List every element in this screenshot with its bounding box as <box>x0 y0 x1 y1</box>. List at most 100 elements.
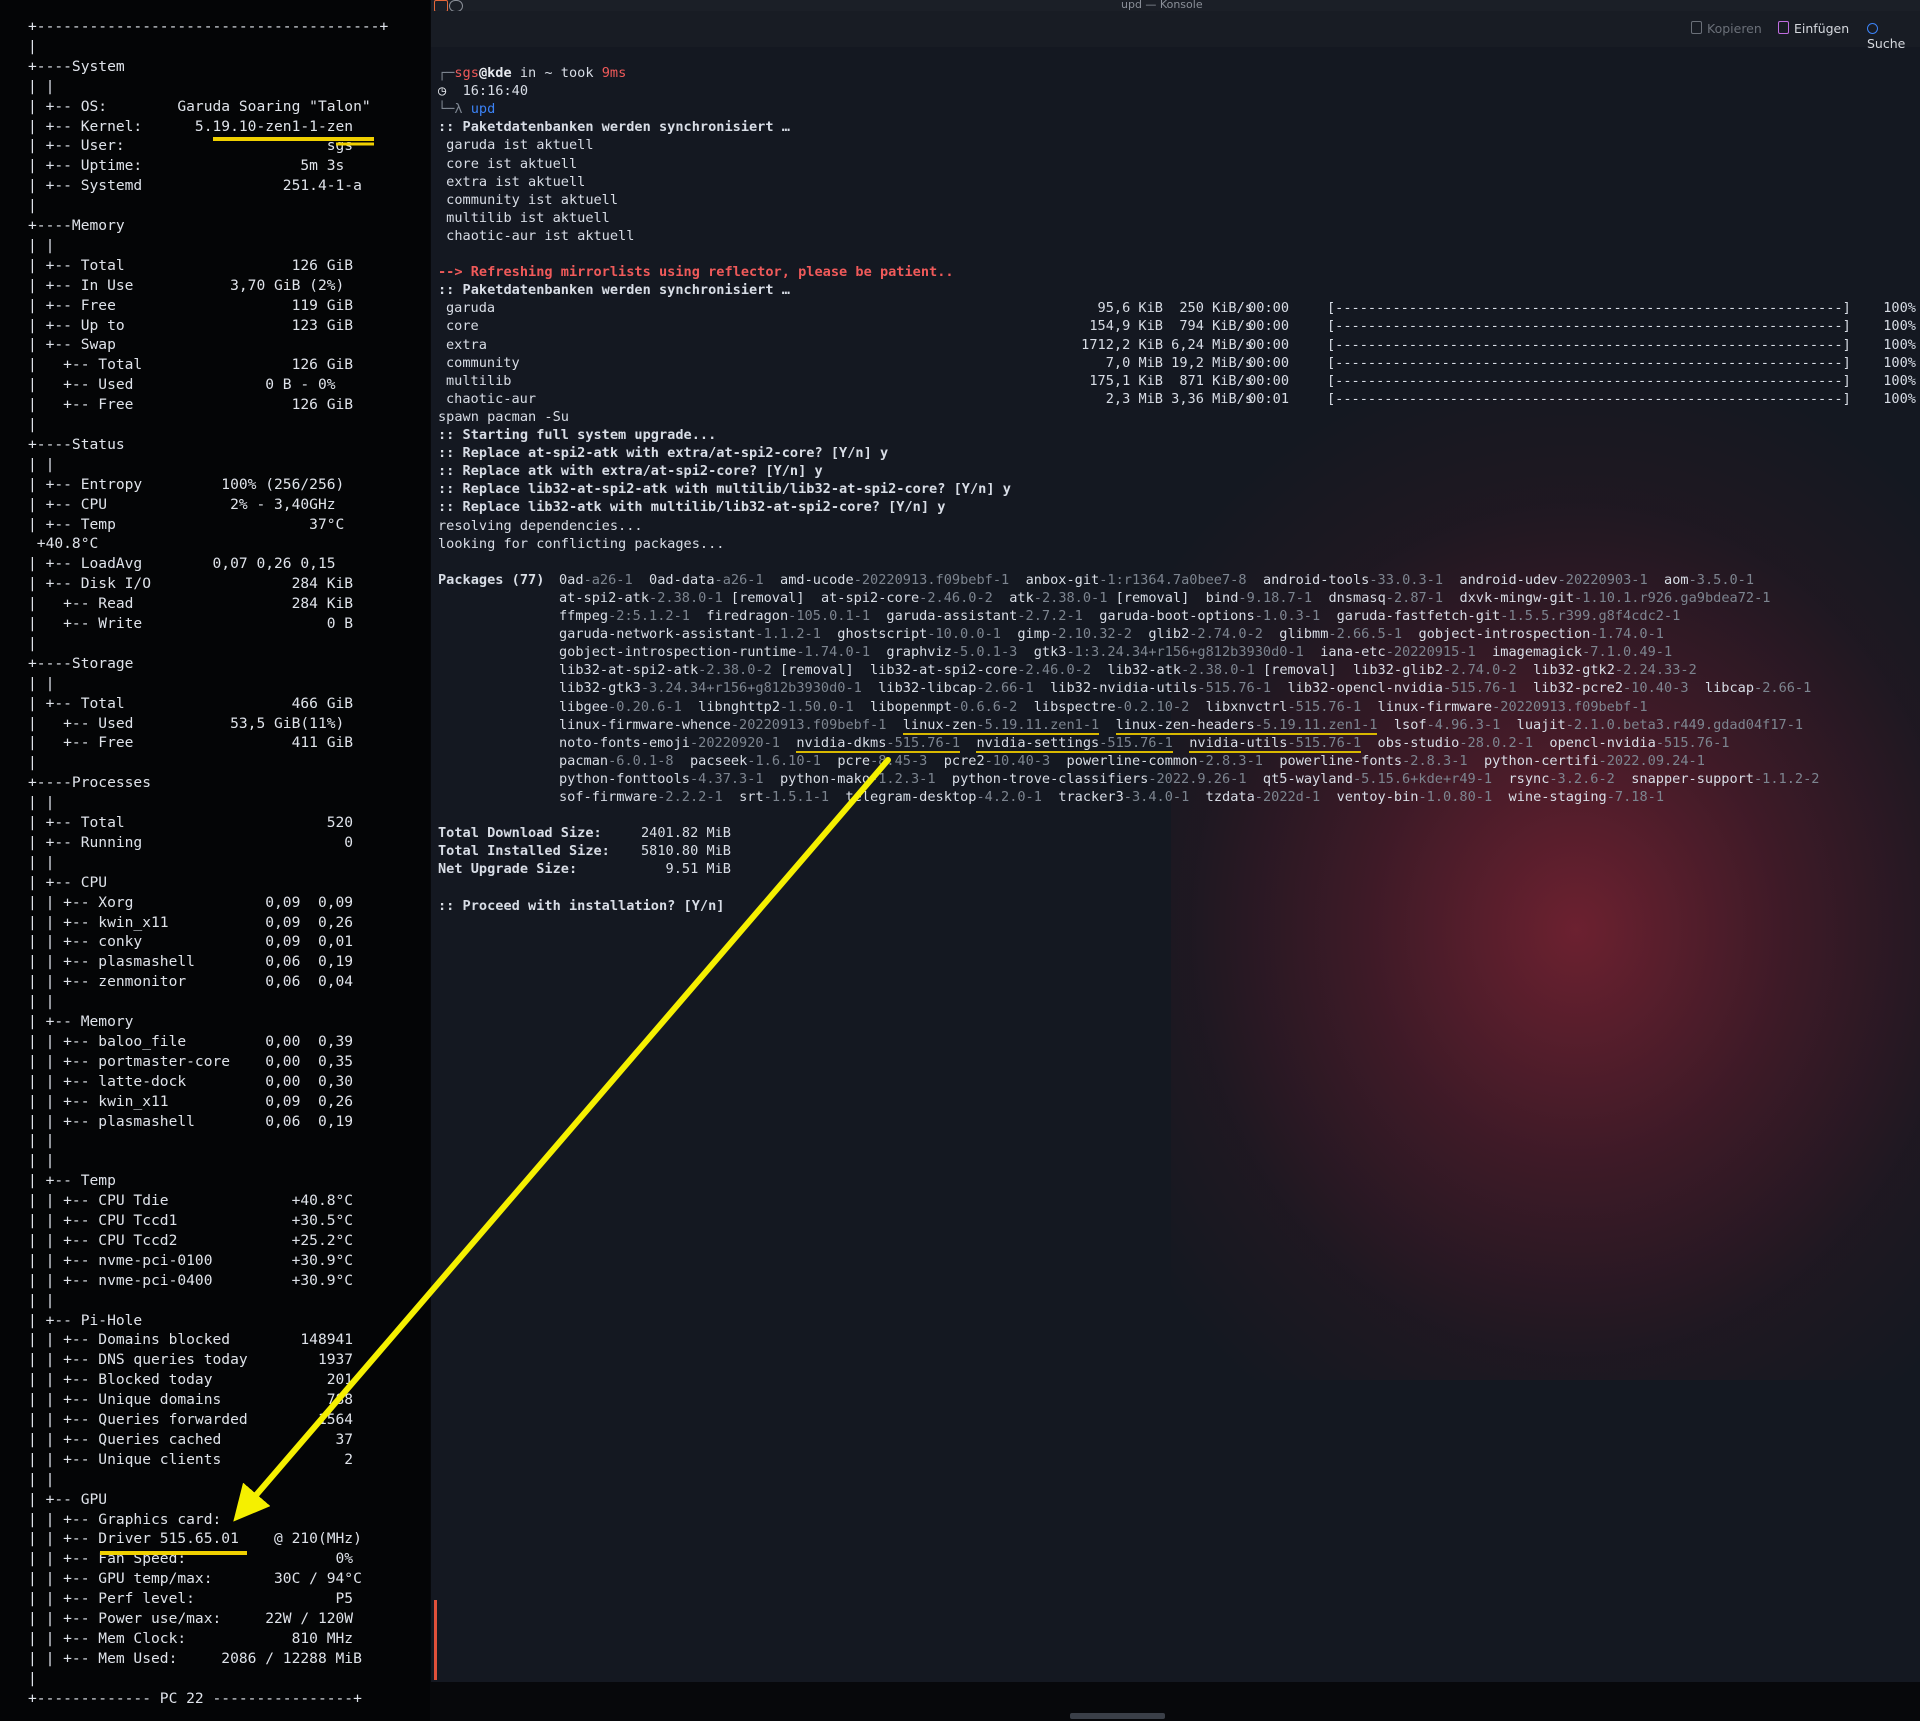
download-speed: 3,36 MiB/s <box>1171 390 1253 407</box>
conky-line: | +-- Systemd 251.4-1-a <box>28 177 362 195</box>
terminal-line: garuda-network-assistant-1.1.2-1 ghostsc… <box>559 625 1664 643</box>
conky-line: +----Memory <box>28 217 125 234</box>
package-entry: libopenmpt-0.6.6-2 <box>870 699 1017 715</box>
terminal-line: ┌─sgs@kde in ~ took 9ms <box>438 64 626 82</box>
package-name: anbox-git <box>1025 571 1100 588</box>
package-entry: ffmpeg-2:5.1.2-1 <box>559 608 690 624</box>
package-version: -2.66-1 <box>1754 680 1812 697</box>
package-entry: at-spi2-core-2.46.0-2 <box>821 590 993 606</box>
terminal-line: ffmpeg-2:5.1.2-1 firedragon-105.0.1-1 ga… <box>559 607 1680 625</box>
conky-line: | +-- CPU 2% - 3,40GHz <box>28 495 336 513</box>
download-size: 1712,2 KiB <box>1081 336 1163 353</box>
package-name: libspectre <box>1033 698 1116 715</box>
reflector-message: --> Refreshing mirrorlists using reflect… <box>438 264 954 281</box>
terminal-line: pacman-6.0.1-8 pacseek-1.6.10-1 pcre-8.4… <box>559 752 1705 770</box>
conky-line: | +-- OS: Garuda Soaring "Talon" <box>28 97 371 115</box>
conky-line: | | +-- Fan Speed: 0% <box>28 1550 354 1568</box>
package-version: -33.0.3-1 <box>1369 571 1444 588</box>
package-version: -2.8.3-1 <box>1197 752 1263 769</box>
package-version: -2022.9.26-1 <box>1148 770 1247 787</box>
package-version: -1:r1364.7a0bee7-8 <box>1099 571 1247 588</box>
conky-line: | | +-- zenmonitor 0,06 0,04 <box>28 973 354 991</box>
package-name: lib32-pcre2 <box>1533 680 1624 697</box>
total-label: Net Upgrade Size: <box>438 861 578 878</box>
package-version: -2.74.0-2 <box>1443 662 1517 679</box>
package-name: rsync <box>1508 770 1550 787</box>
package-entry: snapper-support-1.1.2-2 <box>1631 771 1819 787</box>
package-version: -2.10.32-2 <box>1050 626 1132 643</box>
package-entry: gtk3-1:3.24.34+r156+g812b3930d0-1 <box>1034 644 1304 660</box>
package-version: -2.7.2-1 <box>1017 608 1083 624</box>
package-entry: lib32-glib2-2.74.0-2 <box>1353 662 1517 678</box>
repo-up-to-date: extra ist aktuell <box>438 173 586 190</box>
package-entry: luajit-2.1.0.beta3.r449.gdad04f17-1 <box>1517 717 1803 733</box>
package-version: -2.38.0-1 <box>1181 662 1255 679</box>
upgrade-line: :: Starting full system upgrade... <box>438 427 717 443</box>
package-name: snapper-support <box>1631 770 1754 787</box>
repo-up-to-date: chaotic-aur ist aktuell <box>438 227 635 244</box>
package-version: -1.2.3-1 <box>870 770 936 787</box>
terminal-line: --> Refreshing mirrorlists using reflect… <box>438 263 954 281</box>
package-entry: pcre-8.45-3 <box>837 753 927 769</box>
package-name: powerline-common <box>1066 752 1198 769</box>
package-name: at-spi2-atk <box>559 589 650 606</box>
conky-line: | | <box>28 794 55 812</box>
conky-line: | | +-- CPU Tdie +40.8°C <box>28 1192 354 1210</box>
package-entry: lib32-at-spi2-atk-2.38.0-2 [removal] <box>559 662 854 678</box>
package-version: -1.5.5.r399.g8f4cdc2-1 <box>1500 608 1681 624</box>
package-name: python-fonttools <box>559 770 690 787</box>
package-version: -1.5.1-1 <box>763 789 830 805</box>
total-label: Total Download Size: <box>438 825 602 842</box>
download-progress-bar: [---------------------------------------… <box>1327 390 1851 407</box>
package-name: pcre2 <box>943 752 985 769</box>
konsole-window[interactable]: upd — Konsole Kopieren Einfügen Suche ┌─… <box>431 0 1920 1682</box>
package-version: -515.76-1 <box>886 734 961 751</box>
conky-line: | | +-- GPU temp/max: 30C / 94°C <box>28 1570 362 1588</box>
conky-line: | | +-- plasmashell 0,06 0,19 <box>28 1112 354 1130</box>
package-name: firedragon <box>706 608 789 624</box>
conky-line: | | +-- Perf level: P5 <box>28 1590 354 1608</box>
conky-line: | | +-- Unique clients 2 <box>28 1450 354 1468</box>
conky-line: | +-- Uptime: 5m 3s <box>28 157 345 175</box>
package-version: -4.37.3-1 <box>689 770 764 787</box>
scrollbar[interactable] <box>1070 1713 1165 1719</box>
terminal-line: lib32-gtk3-3.24.34+r156+g812b3930d0-1 li… <box>559 679 1811 697</box>
conky-line: | +-- CPU <box>28 873 108 891</box>
package-entry: 0ad-data-a26-1 <box>649 572 764 588</box>
package-version: -2022.09.24-1 <box>1598 752 1705 769</box>
package-version: -10.40-3 <box>1623 680 1689 697</box>
download-time: 00:00 <box>1248 354 1289 371</box>
terminal-output[interactable]: ┌─sgs@kde in ~ took 9ms ◷ 16:16:40 └─λ upd… <box>431 0 1920 1682</box>
package-entry: libcap-2.66-1 <box>1705 680 1811 696</box>
package-entry: lib32-atk-2.38.0-1 [removal] <box>1107 662 1336 678</box>
total-label: Total Installed Size: <box>438 843 610 860</box>
conky-line: | +-- Total 126 GiB <box>28 256 354 274</box>
download-repo: chaotic-aur <box>446 390 537 407</box>
terminal-line: chaotic-aur ist aktuell <box>438 227 634 245</box>
conky-line: | | <box>28 236 55 254</box>
package-entry: garuda-network-assistant-1.1.2-1 <box>559 626 821 642</box>
package-version: -20220920-1 <box>689 734 780 751</box>
conky-line: | <box>28 634 37 652</box>
package-entry: gobject-introspection-1.74.0-1 <box>1418 626 1664 642</box>
conky-line: | +-- Disk I/O 284 KiB <box>28 575 354 593</box>
package-name: libxnvctrl <box>1205 698 1288 715</box>
package-name: dxvk-mingw-git <box>1459 589 1575 606</box>
terminal-line: 0ad-a26-1 0ad-data-a26-1 amd-ucode-20220… <box>559 571 1754 589</box>
upgrade-line: :: Replace at-spi2-atk with extra/at-spi… <box>438 445 889 462</box>
package-name: amd-ucode <box>780 571 854 588</box>
prompt-took: 9ms <box>601 65 627 81</box>
terminal-line: resolving dependencies... <box>438 517 643 535</box>
package-entry: pacman-6.0.1-8 <box>559 753 674 769</box>
terminal-line: Packages (77) <box>438 571 544 589</box>
package-name: 0ad-data <box>649 571 715 588</box>
package-entry: obs-studio-28.0.2-1 <box>1378 735 1534 751</box>
package-version: -7.1.0.49-1 <box>1582 644 1673 661</box>
package-entry: opencl-nvidia-515.76-1 <box>1549 735 1729 751</box>
package-entry: graphviz-5.0.1-3 <box>886 644 1017 660</box>
package-entry: lib32-gtk2-2.24.33-2 <box>1533 662 1697 678</box>
conky-line: | | +-- Power use/max: 22W / 120W <box>28 1610 354 1627</box>
package-removal: [removal] <box>730 589 805 606</box>
total-value: 9.51 MiB <box>665 861 731 878</box>
conky-line: | | +-- Xorg 0,09 0,09 <box>28 893 354 911</box>
